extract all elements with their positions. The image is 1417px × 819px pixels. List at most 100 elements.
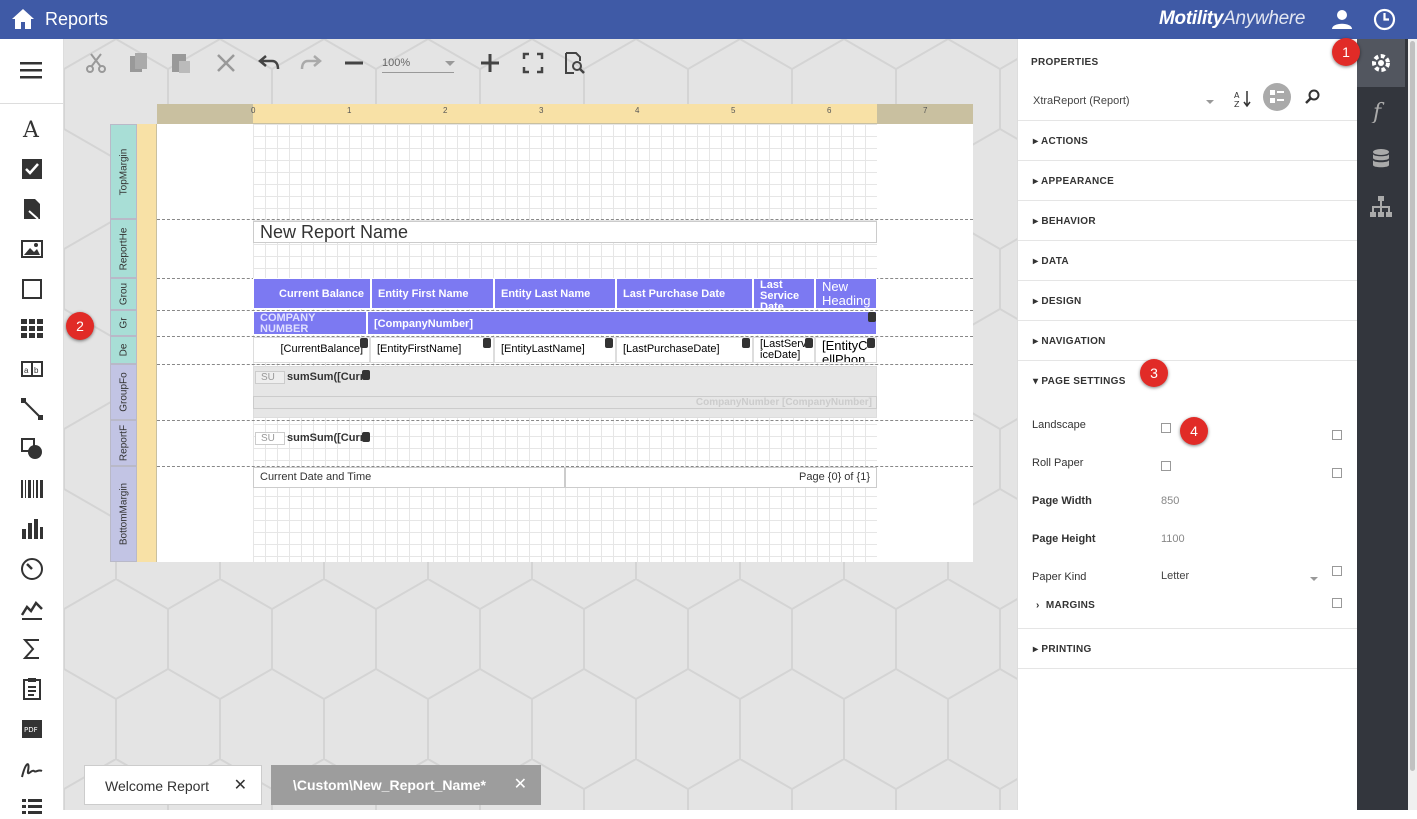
undo-icon[interactable] <box>257 51 281 75</box>
label-icon[interactable]: A <box>20 117 44 141</box>
report-explorer-icon[interactable] <box>1369 195 1393 219</box>
group-footer-text[interactable]: CompanyNumber [CompanyNumber] <box>253 396 877 409</box>
detail-cell[interactable]: [LastPurchaseDate] <box>616 337 753 363</box>
detail-cell[interactable]: [EntityLastName] <box>494 337 616 363</box>
band-bottom-margin[interactable]: BottomMargin <box>110 466 137 562</box>
character-comb-icon[interactable]: ab <box>20 357 44 381</box>
table-of-contents-icon[interactable] <box>20 795 44 819</box>
header-cell[interactable]: Last Purchase Date <box>616 278 753 309</box>
detail-cell[interactable]: [CurrentBalance] <box>253 337 370 363</box>
chevron-down-icon[interactable] <box>1310 577 1318 581</box>
hamburger-menu-icon[interactable] <box>20 59 42 81</box>
sort-alphabetical-icon[interactable]: AZ <box>1233 89 1253 109</box>
top-bar: Reports MotilityAnywhere <box>0 0 1417 39</box>
band-detail[interactable]: De <box>110 336 137 364</box>
section-behavior[interactable]: ▸ BEHAVIOR <box>1018 200 1358 240</box>
section-navigation[interactable]: ▸ NAVIGATION <box>1018 320 1358 360</box>
footer-page-info[interactable]: Page {0} of {1} <box>565 467 877 488</box>
roll-paper-default-checkbox[interactable] <box>1332 468 1342 478</box>
checkbox-icon[interactable] <box>20 157 44 181</box>
database-icon[interactable] <box>1369 147 1393 171</box>
fit-page-icon[interactable] <box>521 51 545 75</box>
page-height-input[interactable]: 1100 <box>1161 533 1185 545</box>
header-cell[interactable]: Entity Last Name <box>494 278 616 309</box>
sparkline-icon[interactable] <box>20 597 44 621</box>
pdf-content-icon[interactable]: PDF <box>20 717 44 741</box>
zoom-select[interactable]: 100% <box>382 53 454 73</box>
tab-welcome-report[interactable]: Welcome Report ✕ <box>84 765 262 805</box>
band-report-header[interactable]: ReportHe <box>110 219 137 278</box>
close-icon[interactable]: ✕ <box>514 774 527 794</box>
picture-box-icon[interactable] <box>20 237 44 261</box>
section-data[interactable]: ▸ DATA <box>1018 240 1358 280</box>
sum-expression[interactable]: sumSum([Curr <box>287 371 371 385</box>
scrollbar[interactable] <box>1408 39 1417 810</box>
margins-group[interactable]: › MARGINS <box>1036 600 1095 611</box>
delete-icon[interactable] <box>214 51 238 75</box>
landscape-checkbox[interactable] <box>1161 423 1171 433</box>
ruler-tick: 4 <box>635 106 640 115</box>
search-icon[interactable] <box>1305 89 1321 105</box>
cut-icon[interactable] <box>84 51 108 75</box>
group-value[interactable]: [CompanyNumber] <box>367 311 877 335</box>
barcode-icon[interactable] <box>20 477 44 501</box>
header-cell[interactable]: Entity First Name <box>371 278 494 309</box>
panel-icon[interactable] <box>20 277 44 301</box>
redo-icon[interactable] <box>299 51 323 75</box>
band-report-footer[interactable]: ReportF <box>110 420 137 466</box>
zoom-in-icon[interactable] <box>478 51 502 75</box>
band-top-margin[interactable]: TopMargin <box>110 124 137 219</box>
shape-icon[interactable] <box>20 437 44 461</box>
properties-tab[interactable] <box>1357 39 1405 87</box>
sum-expression[interactable]: sumSum([Curr <box>287 432 371 446</box>
paste-icon[interactable] <box>169 51 193 75</box>
landscape-default-checkbox[interactable] <box>1332 430 1342 440</box>
tab-new-report[interactable]: \Custom\New_Report_Name* ✕ <box>271 765 541 805</box>
footer-date-label[interactable]: Current Date and Time <box>253 467 565 488</box>
header-cell[interactable]: Last Service Date <box>753 278 815 309</box>
section-design[interactable]: ▸ DESIGN <box>1018 280 1358 320</box>
band-group-header-2[interactable]: Gr <box>110 310 137 336</box>
report-title-label[interactable]: New Report Name <box>253 221 877 243</box>
paper-kind-default-checkbox[interactable] <box>1332 566 1342 576</box>
expressions-icon[interactable]: f <box>1369 99 1393 123</box>
clock-icon[interactable] <box>1373 8 1396 31</box>
copy-icon[interactable] <box>127 51 151 75</box>
chart-icon[interactable] <box>20 517 44 541</box>
header-cell[interactable]: Current Balance <box>253 278 371 309</box>
page-info-icon[interactable] <box>20 677 44 701</box>
signature-icon[interactable] <box>20 757 44 781</box>
vertical-ruler <box>137 124 157 562</box>
section-actions[interactable]: ▸ ACTIONS <box>1018 120 1358 160</box>
scrollbar-thumb[interactable] <box>1410 41 1415 771</box>
su-label[interactable]: SU <box>255 432 285 445</box>
section-printing[interactable]: ▸ PRINTING <box>1018 628 1358 668</box>
home-icon[interactable] <box>10 7 36 31</box>
chevron-down-icon[interactable] <box>1206 100 1214 104</box>
roll-paper-checkbox[interactable] <box>1161 461 1171 471</box>
summary-icon[interactable] <box>20 637 44 661</box>
detail-cell[interactable]: [EntityFirstName] <box>370 337 494 363</box>
table-icon[interactable] <box>20 317 44 341</box>
section-appearance[interactable]: ▸ APPEARANCE <box>1018 160 1358 200</box>
band-group-header-1[interactable]: Grou <box>110 278 137 310</box>
zoom-out-icon[interactable] <box>342 51 366 75</box>
user-icon[interactable] <box>1331 8 1353 30</box>
band-group-footer[interactable]: GroupFo <box>110 364 137 420</box>
margins-default-checkbox[interactable] <box>1332 598 1342 608</box>
paper-kind-select[interactable]: Letter <box>1161 570 1189 582</box>
zoom-dropdown-arrow-icon[interactable] <box>445 61 455 66</box>
close-icon[interactable]: ✕ <box>234 775 247 795</box>
su-label[interactable]: SU <box>255 371 285 384</box>
section-page-settings[interactable]: ▾ PAGE SETTINGS <box>1018 360 1358 400</box>
page-width-input[interactable]: 850 <box>1161 495 1179 507</box>
datasource-icon <box>742 338 750 348</box>
group-label[interactable]: COMPANY NUMBER <box>253 311 367 335</box>
categories-toggle[interactable] <box>1263 83 1291 111</box>
gauge-icon[interactable] <box>20 557 44 581</box>
preview-icon[interactable] <box>562 51 586 75</box>
rich-text-icon[interactable] <box>20 197 44 221</box>
line-icon[interactable] <box>20 397 44 421</box>
header-cell[interactable]: New Heading <box>815 278 877 309</box>
object-selector[interactable]: XtraReport (Report) <box>1033 95 1213 111</box>
